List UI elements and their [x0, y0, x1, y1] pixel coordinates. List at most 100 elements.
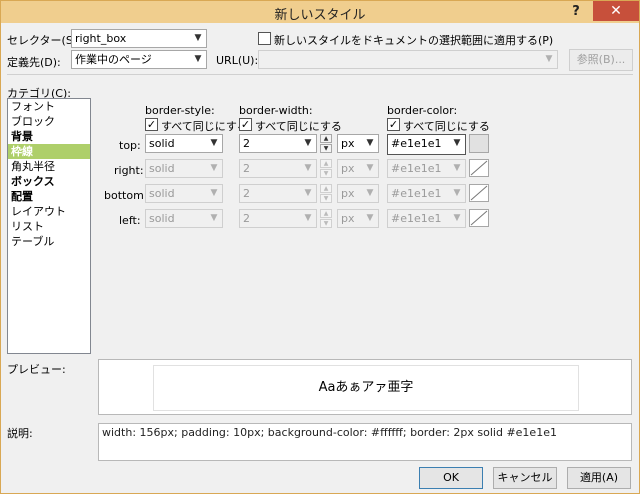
define-label: 定義先(D):: [7, 56, 61, 69]
url-combobox[interactable]: ▼: [258, 50, 558, 69]
selector-value: right_box: [75, 32, 127, 45]
chevron-down-icon: ▼: [210, 163, 218, 173]
category-item-box[interactable]: ボックス: [8, 174, 90, 189]
bottom-style-value: solid: [149, 187, 175, 200]
side-label-right: right:: [114, 164, 144, 177]
spin-up-icon[interactable]: ▲: [320, 209, 332, 218]
new-style-dialog: 新しいスタイル ? ✕ セレクター(S): right_box ▼ 新しいスタイ…: [0, 0, 640, 494]
no-color-icon: [470, 185, 488, 201]
top-width-combobox[interactable]: 2 ▼: [239, 134, 317, 153]
bottom-width-value: 2: [243, 187, 250, 200]
title-bar[interactable]: 新しいスタイル ? ✕: [1, 1, 639, 23]
cancel-button[interactable]: キャンセル: [493, 467, 557, 489]
spin-down-icon[interactable]: ▼: [320, 194, 332, 203]
category-list[interactable]: フォント ブロック 背景 枠線 角丸半径 ボックス 配置 レイアウト リスト テ…: [7, 98, 91, 354]
spin-down-icon[interactable]: ▼: [320, 219, 332, 228]
ok-button[interactable]: OK: [419, 467, 483, 489]
apply-selection-checkbox[interactable]: [258, 32, 271, 45]
spin-down-icon[interactable]: ▼: [320, 144, 332, 153]
spin-down-icon[interactable]: ▼: [320, 169, 332, 178]
url-label: URL(U):: [216, 54, 259, 67]
category-item-layout[interactable]: レイアウト: [8, 204, 90, 219]
chevron-down-icon: ▼: [366, 213, 374, 223]
left-unit-value: px: [341, 212, 355, 225]
chevron-down-icon: ▼: [453, 213, 461, 223]
right-unit-value: px: [341, 162, 355, 175]
chevron-down-icon: ▼: [366, 188, 374, 198]
browse-button[interactable]: 参照(B)...: [569, 49, 633, 71]
chevron-down-icon: ▼: [366, 138, 374, 148]
close-button[interactable]: ✕: [593, 1, 639, 21]
left-color-picker-button[interactable]: [469, 209, 489, 227]
bottom-style-combobox[interactable]: solid ▼: [145, 184, 223, 203]
side-label-bottom: bottom:: [104, 189, 148, 202]
apply-selection-label: 新しいスタイルをドキュメントの選択範囲に適用する(P): [274, 34, 554, 47]
chevron-down-icon: ▼: [210, 213, 218, 223]
right-width-value: 2: [243, 162, 250, 175]
right-width-combobox[interactable]: 2 ▼: [239, 159, 317, 178]
bottom-width-spinner[interactable]: ▲ ▼: [320, 184, 332, 203]
selector-label: セレクター(S):: [7, 34, 81, 47]
category-item-position[interactable]: 配置: [8, 189, 90, 204]
chevron-down-icon: ▼: [453, 163, 461, 173]
left-width-value: 2: [243, 212, 250, 225]
category-item-border[interactable]: 枠線: [8, 144, 90, 159]
style-same-all-checkbox[interactable]: ✓: [145, 118, 158, 131]
apply-button[interactable]: 適用(A): [567, 467, 631, 489]
category-item-block[interactable]: ブロック: [8, 114, 90, 129]
chevron-down-icon: ▼: [210, 188, 218, 198]
preview-sample: Aaあぁアァ亜字: [153, 365, 579, 411]
category-item-background[interactable]: 背景: [8, 129, 90, 144]
left-unit-combobox[interactable]: px ▼: [337, 209, 379, 228]
top-color-picker-button[interactable]: [469, 134, 489, 153]
left-width-combobox[interactable]: 2 ▼: [239, 209, 317, 228]
top-style-value: solid: [149, 137, 175, 150]
chevron-down-icon: ▼: [304, 163, 312, 173]
description-text: width: 156px; padding: 10px; background-…: [98, 423, 632, 461]
top-unit-value: px: [341, 137, 355, 150]
color-same-all-checkbox[interactable]: ✓: [387, 118, 400, 131]
right-unit-combobox[interactable]: px ▼: [337, 159, 379, 178]
border-width-header: border-width:: [239, 104, 313, 117]
top-color-combobox[interactable]: #e1e1e1 ▼: [387, 134, 466, 155]
spin-up-icon[interactable]: ▲: [320, 134, 332, 143]
chevron-down-icon: ▼: [304, 138, 312, 148]
help-button[interactable]: ?: [565, 3, 587, 21]
right-style-value: solid: [149, 162, 175, 175]
bottom-width-combobox[interactable]: 2 ▼: [239, 184, 317, 203]
width-same-all-label: すべて同じにする: [255, 120, 342, 133]
left-style-combobox[interactable]: solid ▼: [145, 209, 223, 228]
bottom-color-picker-button[interactable]: [469, 184, 489, 202]
right-color-value: #e1e1e1: [391, 162, 442, 175]
spin-up-icon[interactable]: ▲: [320, 159, 332, 168]
width-same-all-checkbox[interactable]: ✓: [239, 118, 252, 131]
category-item-list[interactable]: リスト: [8, 219, 90, 234]
category-item-table[interactable]: テーブル: [8, 234, 90, 249]
category-item-border-radius[interactable]: 角丸半径: [8, 159, 90, 174]
preview-label: プレビュー:: [7, 363, 66, 376]
bottom-color-combobox[interactable]: #e1e1e1 ▼: [387, 184, 466, 203]
top-style-combobox[interactable]: solid ▼: [145, 134, 223, 153]
divider: [7, 74, 633, 75]
right-width-spinner[interactable]: ▲ ▼: [320, 159, 332, 178]
right-style-combobox[interactable]: solid ▼: [145, 159, 223, 178]
spin-up-icon[interactable]: ▲: [320, 184, 332, 193]
selector-combobox[interactable]: right_box ▼: [71, 29, 207, 48]
bottom-unit-value: px: [341, 187, 355, 200]
left-width-spinner[interactable]: ▲ ▼: [320, 209, 332, 228]
right-color-combobox[interactable]: #e1e1e1 ▼: [387, 159, 466, 178]
left-style-value: solid: [149, 212, 175, 225]
bottom-unit-combobox[interactable]: px ▼: [337, 184, 379, 203]
border-style-header: border-style:: [145, 104, 215, 117]
top-width-spinner[interactable]: ▲ ▼: [320, 134, 332, 153]
define-combobox[interactable]: 作業中のページ ▼: [71, 50, 207, 69]
color-same-all-label: すべて同じにする: [403, 120, 490, 133]
top-unit-combobox[interactable]: px ▼: [337, 134, 379, 153]
close-icon: ✕: [610, 3, 622, 19]
left-color-value: #e1e1e1: [391, 212, 442, 225]
category-item-font[interactable]: フォント: [8, 99, 90, 114]
left-color-combobox[interactable]: #e1e1e1 ▼: [387, 209, 466, 228]
right-color-picker-button[interactable]: [469, 159, 489, 177]
chevron-down-icon: ▼: [366, 163, 374, 173]
top-width-value: 2: [243, 137, 250, 150]
